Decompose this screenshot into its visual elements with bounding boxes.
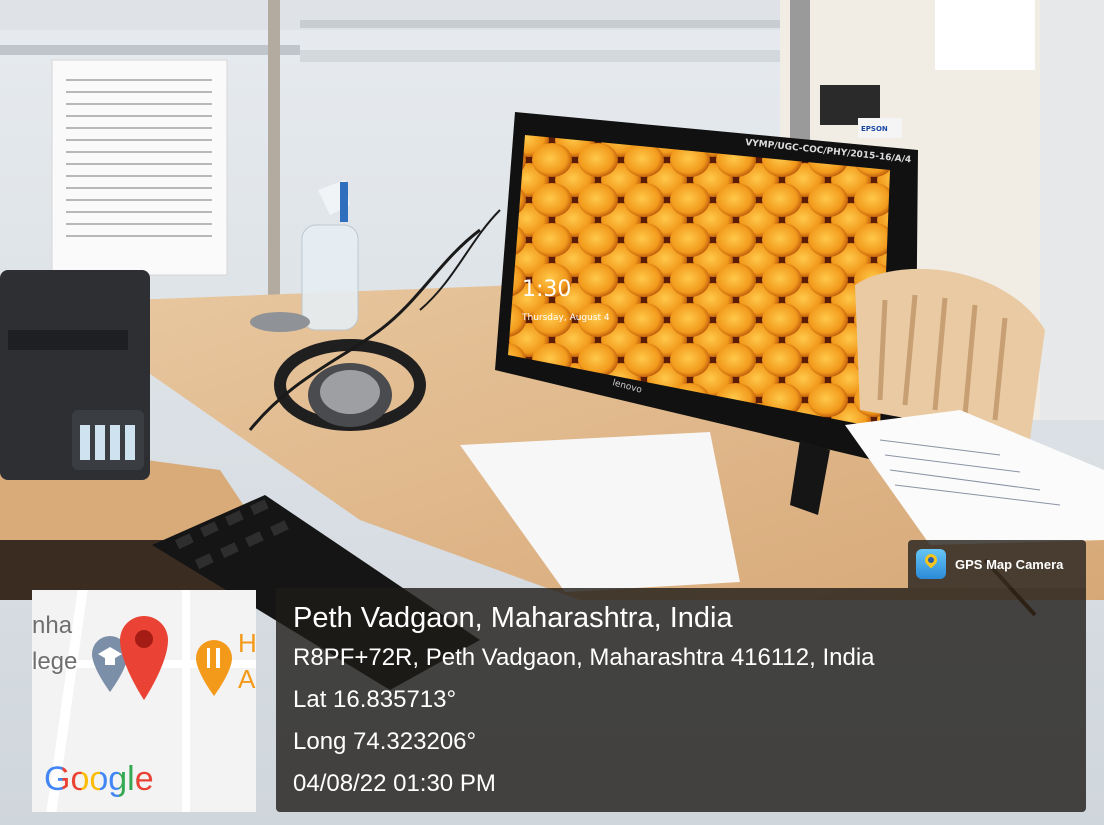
place-name: Peth Vadgaon, Maharashtra, India [293, 602, 733, 634]
gps-map-camera-icon [916, 549, 946, 579]
map-label-partial: nha [32, 612, 73, 639]
map-label-partial: lege [32, 648, 78, 675]
map-label-partial: H [238, 628, 256, 658]
location-info-panel: Peth Vadgaon, Maharashtra, India R8PF+72… [276, 588, 1086, 812]
gps-map-camera-badge: GPS Map Camera [908, 540, 1086, 588]
location-pin-icon [120, 616, 168, 700]
app-badge-label: GPS Map Camera [955, 556, 1064, 572]
map-thumbnail: nha lege H A Google [32, 590, 256, 812]
longitude: Long 74.323206° [293, 728, 477, 755]
address-line: R8PF+72R, Peth Vadgaon, Maharashtra 4161… [293, 644, 875, 671]
screen-time: 1:30 [522, 277, 571, 302]
printer-brand-sticker: EPSON [861, 125, 888, 133]
map-label-partial: A [238, 664, 256, 694]
timestamp: 04/08/22 01:30 PM [293, 770, 496, 797]
google-logo-text: Google [44, 760, 154, 798]
restaurant-marker-icon [196, 640, 232, 696]
latitude: Lat 16.835713° [293, 686, 457, 713]
google-logo: Google [44, 760, 154, 799]
screen-date: Thursday, August 4 [521, 313, 610, 323]
